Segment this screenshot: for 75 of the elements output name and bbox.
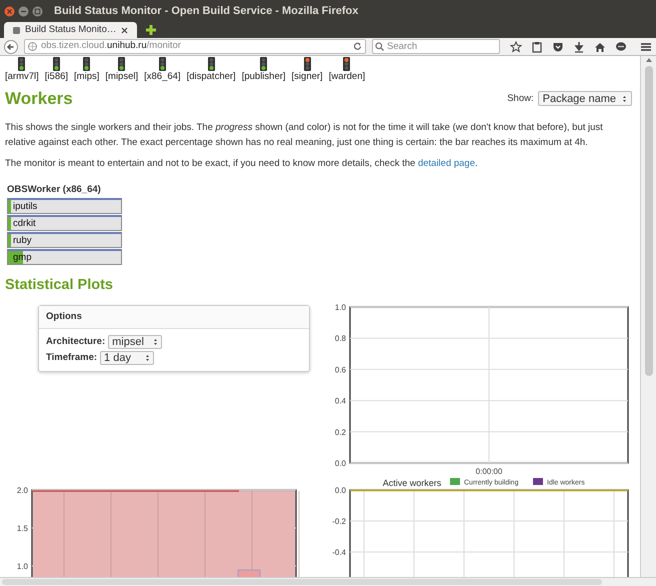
- axis-label: 0.2: [334, 427, 346, 436]
- traffic-light-icon: [208, 57, 215, 71]
- traffic-light-icon: [158, 57, 166, 71]
- axis-label: 0.6: [334, 364, 346, 374]
- browser-tab[interactable]: Build Status Monito…: [4, 22, 138, 38]
- updown-icon: [622, 94, 627, 103]
- note-paragraph: The monitor is meant to entertain and not to be exact, if you need to know more details, check the detailed page.: [5, 156, 479, 170]
- axis-label: -0.2: [332, 516, 346, 526]
- field-label: Timeframe:: [46, 351, 98, 365]
- chart-title: Active workers: [382, 478, 442, 488]
- axis-label: 1.0: [16, 562, 28, 570]
- job-name: cdrkit: [13, 218, 36, 228]
- axis-label: 1.5: [16, 524, 28, 532]
- section-heading: Workers: [5, 88, 73, 110]
- updown-icon: [153, 338, 158, 346]
- new-tab-icon[interactable]: [145, 24, 158, 36]
- search-icon: [375, 42, 384, 51]
- scrollbar-thumb[interactable]: [2, 579, 602, 585]
- back-icon[interactable]: [4, 40, 18, 54]
- status-label[interactable]: [signer]: [292, 71, 323, 82]
- updown-icon: [145, 354, 150, 362]
- search-field[interactable]: Search: [372, 39, 500, 54]
- clipboard-icon[interactable]: [531, 40, 543, 52]
- select-field[interactable]: 1 day: [100, 351, 154, 366]
- job-name: iputils: [13, 202, 38, 211]
- reload-icon[interactable]: [353, 42, 362, 51]
- axis-label: 0.4: [334, 396, 346, 406]
- minimize-icon[interactable]: [18, 6, 29, 16]
- axis-label: 0.0: [334, 458, 346, 468]
- traffic-light-icon: [343, 57, 350, 71]
- star-icon[interactable]: [510, 40, 522, 52]
- shield-icon[interactable]: [552, 40, 564, 52]
- menu-icon[interactable]: [640, 40, 652, 52]
- home-icon[interactable]: [594, 40, 606, 52]
- maximize-icon[interactable]: [32, 6, 43, 16]
- intro-paragraph: This shows the single workers and their jobs. The progress shown (and color) is not for the time it will take (we don't know that before), but just relative against each other. The exact percentage shown has no real meaning, just one thing is certain: the bar reaches its maximum at 4h.: [5, 120, 604, 150]
- axis-label: 1.0: [334, 302, 346, 312]
- chat-icon[interactable]: [615, 40, 627, 52]
- up-arrow-icon[interactable]: [644, 56, 652, 64]
- detailed-page-link[interactable]: detailed page: [418, 158, 476, 168]
- axis-label: 2.0: [16, 486, 28, 494]
- page-icon: [12, 26, 21, 34]
- traffic-light-icon: [18, 57, 26, 71]
- scrollbar-thumb[interactable]: [644, 66, 652, 376]
- status-label[interactable]: [dispatcher]: [186, 71, 236, 82]
- worker-name: OBSWorker (x86_64): [7, 182, 102, 196]
- job-name: ruby: [13, 236, 32, 245]
- status-label[interactable]: [publisher]: [242, 71, 286, 82]
- status-label[interactable]: [armv7l]: [5, 71, 39, 82]
- axis-label: 0:00:00: [476, 466, 502, 476]
- axis-label: 0.8: [334, 334, 346, 343]
- axis-label: -0.4: [332, 548, 346, 556]
- traffic-light-icon: [52, 57, 60, 71]
- address-field[interactable]: obs.tizen.cloud.unihub.ru/monitor: [24, 39, 366, 54]
- axis-label: 0.0: [334, 486, 346, 494]
- status-label[interactable]: [warden]: [328, 71, 366, 82]
- field-label: Architecture:: [46, 334, 106, 349]
- select-field[interactable]: mipsel: [108, 334, 162, 349]
- close-icon[interactable]: [120, 26, 130, 34]
- traffic-light-icon: [118, 57, 126, 71]
- show-label: Show:: [507, 92, 534, 106]
- address-text: obs.tizen.cloud.unihub.ru/monitor: [41, 39, 182, 54]
- show-select[interactable]: Package name: [538, 91, 632, 106]
- status-label[interactable]: [mipsel]: [105, 71, 138, 82]
- window-title: Build Status Monitor - Open Build Service - Mozilla Firefox: [54, 4, 358, 19]
- download-icon[interactable]: [573, 40, 585, 52]
- traffic-light-icon: [304, 57, 311, 71]
- status-label[interactable]: [i586]: [44, 71, 68, 82]
- globe-icon: [28, 42, 37, 51]
- traffic-light-icon: [260, 57, 268, 71]
- panel-title: Options: [39, 306, 309, 329]
- status-label[interactable]: [mips]: [74, 71, 100, 82]
- section-heading: Statistical Plots: [5, 276, 114, 295]
- traffic-light-icon: [83, 57, 90, 71]
- status-label[interactable]: [x86_64]: [144, 71, 181, 82]
